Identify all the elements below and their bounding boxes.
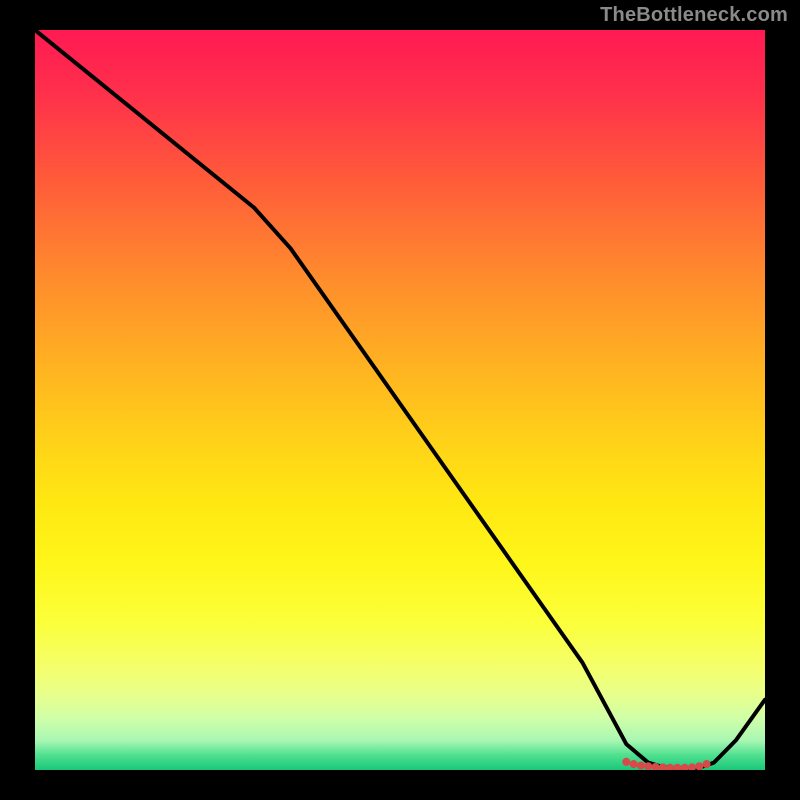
bottleneck-curve [35, 30, 765, 769]
marker-dot [703, 760, 711, 768]
chart-overlay-svg [35, 30, 765, 770]
plot-area [35, 30, 765, 770]
marker-dot [681, 764, 689, 770]
marker-dot [637, 761, 645, 769]
attribution-text: TheBottleneck.com [600, 4, 788, 27]
marker-dot [630, 760, 638, 768]
marker-dot [666, 764, 674, 770]
marker-dot [622, 758, 630, 766]
marker-dot [695, 762, 703, 770]
marker-dot [688, 763, 696, 770]
marker-group [622, 758, 710, 770]
chart-frame: TheBottleneck.com [0, 0, 800, 800]
marker-dot [673, 764, 681, 770]
marker-dot [644, 762, 652, 770]
